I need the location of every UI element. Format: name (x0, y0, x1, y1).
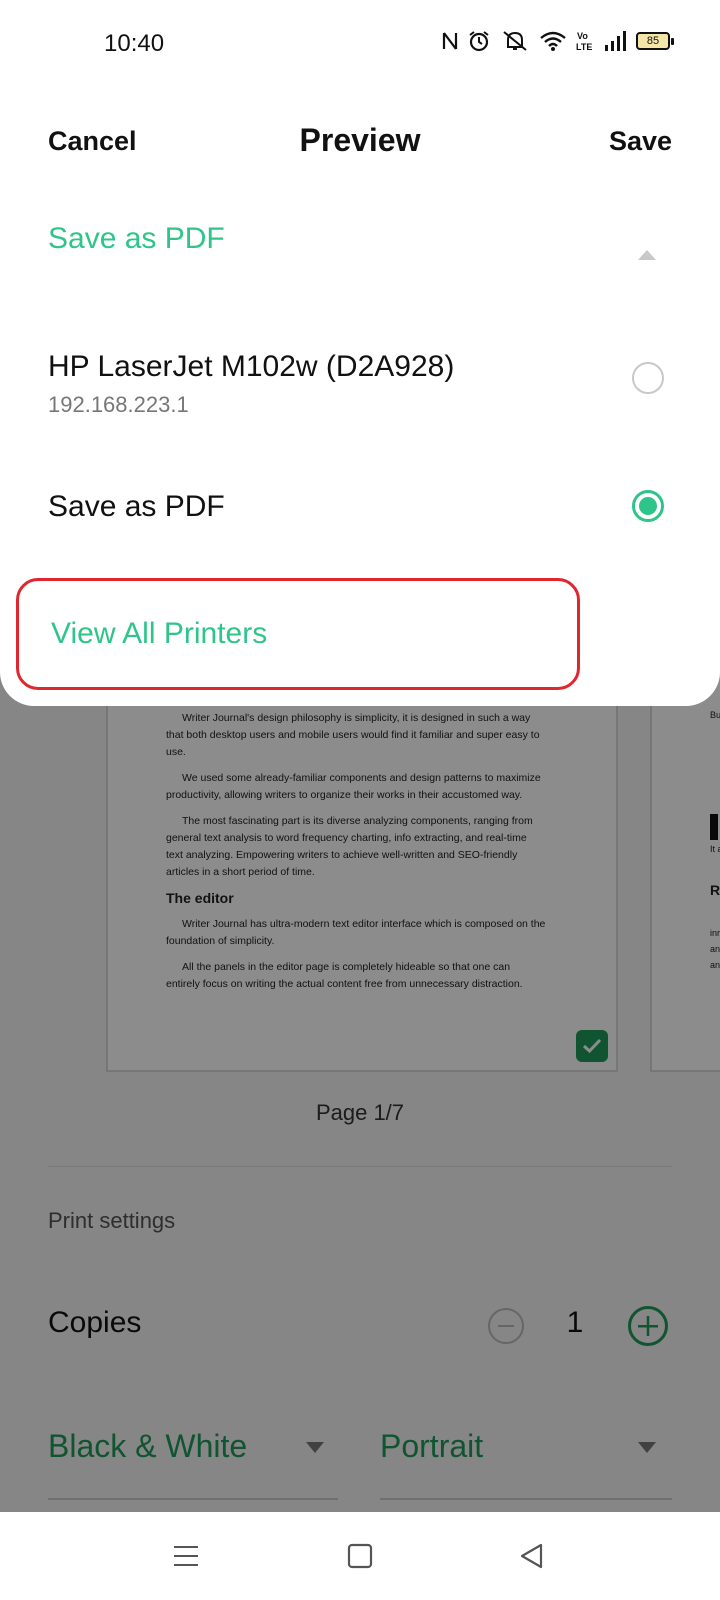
menu-icon (174, 1546, 198, 1566)
view-all-printers-button[interactable]: View All Printers (16, 578, 580, 690)
home-icon (347, 1543, 373, 1569)
radio-button[interactable] (632, 490, 664, 522)
printer-dropdown-sheet: 10:40 Vo LTE 85 Cancel Preview Save Save … (0, 0, 720, 706)
signal-icon (605, 31, 626, 51)
printer-address: 192.168.223.1 (48, 392, 189, 417)
radio-button[interactable] (632, 362, 664, 394)
battery-icon: 85 (636, 32, 674, 50)
battery-level: 85 (646, 35, 660, 47)
svg-text:Vo: Vo (577, 31, 588, 41)
status-time: 10:40 (104, 30, 165, 57)
cancel-button[interactable]: Cancel (48, 126, 137, 157)
nfc-icon (442, 32, 458, 50)
back-icon (520, 1543, 543, 1569)
alarm-icon (469, 31, 489, 52)
status-icons: Vo LTE 85 (442, 30, 674, 52)
view-all-printers-label: View All Printers (51, 617, 268, 650)
wifi-icon (540, 31, 566, 51)
printer-name: HP LaserJet M102w (D2A928) (48, 350, 455, 383)
svg-text:LTE: LTE (576, 42, 592, 52)
printer-option-pdf[interactable]: Save as PDF (0, 480, 720, 560)
back-button[interactable] (512, 1538, 552, 1574)
mute-icon (503, 31, 527, 51)
save-button[interactable]: Save (609, 126, 672, 157)
printer-name: Save as PDF (48, 490, 225, 523)
printer-option-hp[interactable]: HP LaserJet M102w (D2A928) 192.168.223.1 (0, 336, 720, 436)
menu-button[interactable] (166, 1538, 206, 1574)
home-button[interactable] (340, 1538, 380, 1574)
page-title: Preview (299, 122, 421, 158)
selected-printer-label[interactable]: Save as PDF (48, 222, 225, 256)
volte-icon: VoLTE (576, 31, 592, 52)
system-nav-bar (0, 1512, 720, 1600)
chevron-up-icon[interactable] (638, 250, 656, 260)
